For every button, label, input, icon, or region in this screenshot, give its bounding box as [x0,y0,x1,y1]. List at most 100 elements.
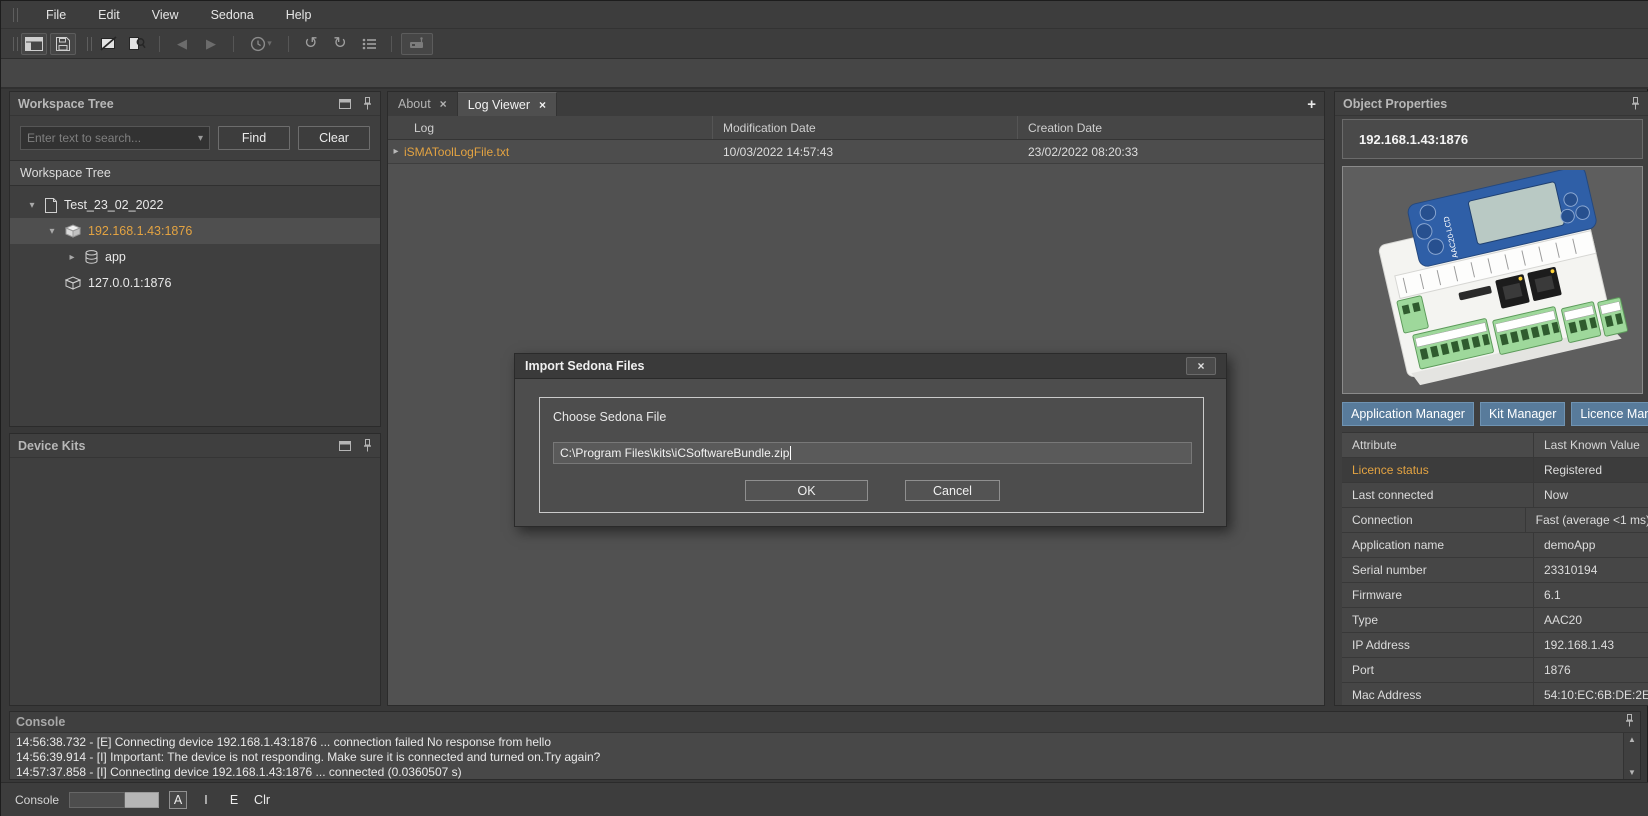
tree-node-workspace-file[interactable]: ▾ Test_23_02_2022 [10,192,380,218]
kit-manager-button[interactable]: Kit Manager [1480,402,1565,426]
attribute-row-port[interactable]: Port 1876 [1342,658,1648,683]
console-buffer-indicator[interactable] [69,792,159,808]
cancel-button[interactable]: Cancel [905,480,1000,501]
attribute-row-licence-status[interactable]: Licence status Registered [1342,458,1648,483]
redo-icon: ↻ [333,36,346,52]
expander-expanded-icon[interactable]: ▾ [46,226,58,237]
device-cube-icon [65,224,81,238]
filter-info-button[interactable]: I [197,791,215,809]
file-path-input[interactable]: C:\Program Files\kits\iCSoftwareBundle.z… [553,442,1192,464]
device-cube-outline-icon [65,276,81,290]
attribute-row-serial-number[interactable]: Serial number 23310194 [1342,558,1648,583]
save-workspace-button[interactable] [50,33,76,55]
tree-node-app[interactable]: ▸ app [10,244,380,270]
expander-expanded-icon[interactable]: ▾ [26,200,38,211]
column-header-creation-date[interactable]: Creation Date [1018,116,1324,139]
menu-file[interactable]: File [42,6,70,24]
row-expander-icon[interactable]: ▸ [388,146,404,157]
console-line: 14:57:37.858 - [I] Connecting device 192… [16,765,1623,779]
tab-about[interactable]: About × [388,92,458,116]
chevron-down-icon[interactable]: ▾ [198,133,203,144]
navigate-forward-button[interactable]: ▶ [198,33,224,55]
menu-help[interactable]: Help [282,6,316,24]
attribute-row-type[interactable]: Type AAC20 [1342,608,1648,633]
menu-view[interactable]: View [148,6,183,24]
history-dropdown-button[interactable]: ▾ [243,33,279,55]
search-input[interactable]: Enter text to search... ▾ [20,126,210,150]
attribute-row-connection[interactable]: Connection Fast (average <1 ms) [1342,508,1648,533]
navigate-back-button[interactable]: ◀ [169,33,195,55]
log-table-row[interactable]: ▸ iSMAToolLogFile.txt 10/03/2022 14:57:4… [388,140,1324,164]
discover-device-button[interactable] [124,33,150,55]
restore-panel-icon[interactable] [339,441,351,451]
upload-to-device-button[interactable] [401,33,433,55]
toolbar-separator [288,36,289,52]
filter-all-button[interactable]: A [169,791,187,809]
console-log[interactable]: 14:56:38.732 - [E] Connecting device 192… [10,733,1623,779]
licence-manager-button[interactable]: Licence Manager [1571,402,1648,426]
redo-button[interactable]: ↻ [327,33,353,55]
undo-button[interactable]: ↺ [298,33,324,55]
restore-panel-icon[interactable] [339,99,351,109]
document-strip [1,59,1648,89]
attribute-value: 23310194 [1534,558,1648,582]
scroll-up-icon[interactable]: ▲ [1628,735,1636,744]
search-placeholder: Enter text to search... [27,131,141,145]
menu-edit[interactable]: Edit [94,6,124,24]
attribute-row-last-connected[interactable]: Last connected Now [1342,483,1648,508]
pin-icon[interactable] [1625,714,1634,727]
close-icon[interactable]: × [539,98,546,112]
tree-node-device-selected[interactable]: ▾ 192.168.1.43:1876 [10,218,380,244]
menu-sedona[interactable]: Sedona [207,6,258,24]
scroll-down-icon[interactable]: ▼ [1628,768,1636,777]
offline-mode-button[interactable] [95,33,121,55]
log-modification-date: 10/03/2022 14:57:43 [713,140,1018,163]
pin-icon[interactable] [363,97,372,110]
group-label: Choose Sedona File [553,410,666,424]
column-header-attribute[interactable]: Attribute [1342,433,1534,457]
device-kits-panel: Device Kits [9,433,381,706]
ok-button[interactable]: OK [745,480,868,501]
application-manager-button[interactable]: Application Manager [1342,402,1474,426]
pin-icon[interactable] [1631,97,1640,110]
console-line: 14:56:38.732 - [E] Connecting device 192… [16,735,1623,750]
clear-console-button[interactable]: Clr [253,791,271,809]
column-header-log[interactable]: Log [388,116,713,139]
drag-grip-icon[interactable] [87,37,92,51]
save-icon [56,37,70,51]
close-icon: × [1197,360,1204,372]
filter-error-button[interactable]: E [225,791,243,809]
drag-grip-icon[interactable] [13,37,18,51]
attribute-name: Licence status [1342,458,1534,482]
tree-node-localhost[interactable]: 127.0.0.1:1876 [10,270,380,296]
attribute-name: Firmware [1342,583,1534,607]
dialog-title-bar[interactable]: Import Sedona Files × [515,354,1226,379]
event-list-button[interactable] [356,33,382,55]
tab-strip: About × Log Viewer × + [388,92,1324,116]
log-file-name: iSMAToolLogFile.txt [404,145,509,159]
manager-buttons-row: Application Manager Kit Manager Licence … [1342,402,1648,426]
dialog-close-button[interactable]: × [1186,357,1216,375]
column-header-modification-date[interactable]: Modification Date [713,116,1018,139]
toolbar-separator [233,36,234,52]
expander-collapsed-icon[interactable]: ▸ [66,252,78,263]
buffer-light-segment [125,792,159,808]
attribute-row-mac-address[interactable]: Mac Address 54:10:EC:6B:DE:2E [1342,683,1648,705]
column-header-last-known-value[interactable]: Last Known Value [1534,433,1648,457]
workspace-panel-button[interactable] [21,33,47,55]
find-button[interactable]: Find [218,126,290,150]
document-icon [45,198,57,213]
database-icon [85,250,98,264]
close-icon[interactable]: × [440,97,447,111]
attribute-value: AAC20 [1534,608,1648,632]
clear-button[interactable]: Clear [298,126,370,150]
drag-grip-icon[interactable] [13,8,18,22]
attribute-row-firmware[interactable]: Firmware 6.1 [1342,583,1648,608]
pin-icon[interactable] [363,439,372,452]
add-tab-button[interactable]: + [1307,96,1316,113]
attribute-row-application-name[interactable]: Application name demoApp [1342,533,1648,558]
tab-label: About [398,97,431,111]
tab-log-viewer[interactable]: Log Viewer × [458,92,557,116]
console-scrollbar[interactable]: ▲ ▼ [1623,733,1640,779]
attribute-row-ip-address[interactable]: IP Address 192.168.1.43 [1342,633,1648,658]
